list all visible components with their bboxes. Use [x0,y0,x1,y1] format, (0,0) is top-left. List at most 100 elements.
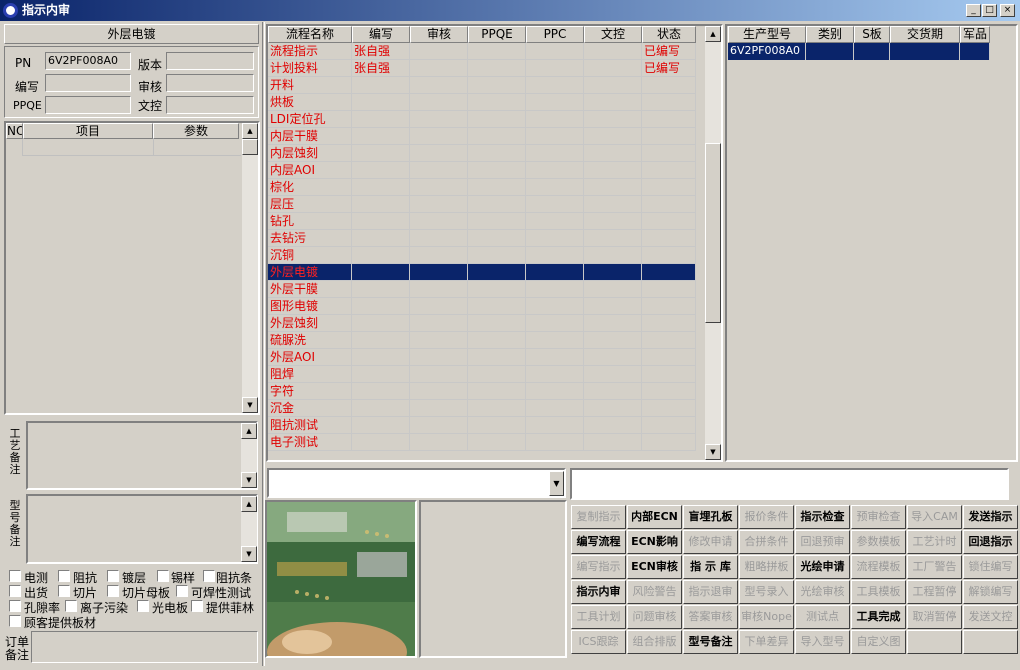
param-header-value[interactable]: 参数 [153,123,239,139]
process-row[interactable]: 外层AOI [268,349,696,366]
craft-note-field[interactable] [26,421,258,490]
command-button[interactable]: 光绘审核 [795,580,850,604]
process-row[interactable]: 字符 [268,383,696,400]
process-header-cell[interactable]: 流程名称 [268,26,352,43]
option-checkbox[interactable] [157,570,169,582]
process-row[interactable]: 内层干膜 [268,128,696,145]
command-button[interactable]: 型号录入 [739,580,794,604]
up-arrow-icon[interactable]: ▲ [241,496,257,512]
command-button[interactable]: 报价条件 [739,505,794,529]
message-field[interactable] [570,468,1009,500]
version-field[interactable] [166,52,254,70]
process-row[interactable]: 计划投料 张自强 已编写 [268,60,696,77]
command-button[interactable]: 粗略拼板 [739,555,794,579]
process-header-cell[interactable]: 状态 [642,26,696,43]
option-checkbox[interactable] [9,615,21,627]
down-arrow-icon[interactable]: ▼ [241,546,257,562]
down-arrow-icon[interactable]: ▼ [242,397,258,413]
maximize-button[interactable]: □ [982,4,997,17]
model-header-cell[interactable]: 军品 [960,26,990,43]
command-button[interactable]: 工具计划 [571,605,626,629]
command-button[interactable]: 答案审核 [683,605,738,629]
model-note-scrollbar[interactable]: ▲ ▼ [241,496,257,562]
command-button[interactable] [963,630,1018,654]
command-button[interactable]: ECN审核 [627,555,682,579]
model-header-cell[interactable]: 生产型号 [728,26,806,43]
process-row[interactable]: 流程指示 张自强 已编写 [268,43,696,60]
command-button[interactable]: 预审检查 [851,505,906,529]
command-button[interactable]: 导入型号 [795,630,850,654]
param-grid[interactable] [4,121,260,415]
up-arrow-icon[interactable]: ▲ [242,123,258,139]
process-row[interactable]: 外层蚀刻 [268,315,696,332]
process-header-cell[interactable]: 文控 [584,26,642,43]
process-row[interactable]: 内层蚀刻 [268,145,696,162]
command-button[interactable]: 流程模板 [851,555,906,579]
command-button[interactable]: 参数模板 [851,530,906,554]
author-field[interactable] [45,74,131,92]
command-button[interactable]: 编写流程 [571,530,626,554]
command-button[interactable]: 审核Nope [739,605,794,629]
process-grid-body[interactable]: 流程指示 张自强 已编写 计划投料 张自强 已编写 开料 烘板 LDI定位孔 内层干膜 内层蚀刻 内层… [268,43,698,460]
command-button[interactable]: ICS跟踪 [571,630,626,654]
command-button[interactable]: 锁住编写 [963,555,1018,579]
option-checkbox[interactable] [58,570,70,582]
process-row[interactable]: 电子测试 [268,434,696,451]
param-scrollbar[interactable]: ▲ ▼ [242,123,258,413]
process-header-cell[interactable]: PPQE [468,26,526,43]
model-cell[interactable] [960,43,990,60]
option-checkbox[interactable] [9,600,21,612]
option-checkbox[interactable] [203,570,215,582]
process-header-cell[interactable]: 编写 [352,26,410,43]
param-header-no[interactable]: NO [6,123,23,139]
command-button[interactable]: 组合排版 [627,630,682,654]
option-checkbox[interactable] [137,600,149,612]
option-checkbox[interactable] [107,570,119,582]
param-header-item[interactable]: 项目 [23,123,153,139]
ppqe-field[interactable] [45,96,131,114]
command-button[interactable]: 测试点 [795,605,850,629]
process-row[interactable]: 图形电镀 [268,298,696,315]
pn-field[interactable]: 6V2PF008A0 [45,52,131,70]
process-combobox[interactable] [267,468,566,498]
command-button[interactable]: ECN影响 [627,530,682,554]
command-button[interactable]: 回退指示 [963,530,1018,554]
command-button[interactable]: 指示检查 [795,505,850,529]
model-cell[interactable]: 6V2PF008A0 [728,43,806,60]
review-field[interactable] [166,74,254,92]
command-button[interactable]: 问题审核 [627,605,682,629]
process-row[interactable]: 硫脲洗 [268,332,696,349]
command-button[interactable]: 工具模板 [851,580,906,604]
process-row[interactable]: 阻抗测试 [268,417,696,434]
process-row[interactable]: 层压 [268,196,696,213]
param-row[interactable] [6,139,241,156]
model-note-field[interactable] [26,494,258,564]
command-button[interactable]: 工程暂停 [907,580,962,604]
command-button[interactable]: 自定义图 [851,630,906,654]
dropdown-arrow-icon[interactable]: ▼ [549,471,564,496]
command-button[interactable]: 风险警告 [627,580,682,604]
command-button[interactable]: 指示退审 [683,580,738,604]
process-row[interactable]: 棕化 [268,179,696,196]
command-button[interactable]: 修改申请 [683,530,738,554]
command-button[interactable]: 解锁编写 [963,580,1018,604]
process-row[interactable]: 外层电镀 [268,264,696,281]
process-row[interactable]: 沉金 [268,400,696,417]
command-button[interactable]: 指示内审 [571,580,626,604]
process-row[interactable]: 开料 [268,77,696,94]
doc-field[interactable] [166,96,254,114]
command-button[interactable]: 下单差异 [739,630,794,654]
scroll-thumb[interactable] [242,139,258,155]
command-button[interactable]: 工艺计时 [907,530,962,554]
model-header-cell[interactable]: 类别 [806,26,854,43]
command-button[interactable]: 导入CAM [907,505,962,529]
option-checkbox[interactable] [9,570,21,582]
command-button[interactable]: 复制指示 [571,505,626,529]
option-checkbox[interactable] [9,585,21,597]
craft-note-scrollbar[interactable]: ▲ ▼ [241,423,257,488]
process-row[interactable]: 沉铜 [268,247,696,264]
process-header-cell[interactable]: 审核 [410,26,468,43]
down-arrow-icon[interactable]: ▼ [705,444,721,460]
model-cell[interactable] [890,43,960,60]
command-button[interactable]: 取消暂停 [907,605,962,629]
